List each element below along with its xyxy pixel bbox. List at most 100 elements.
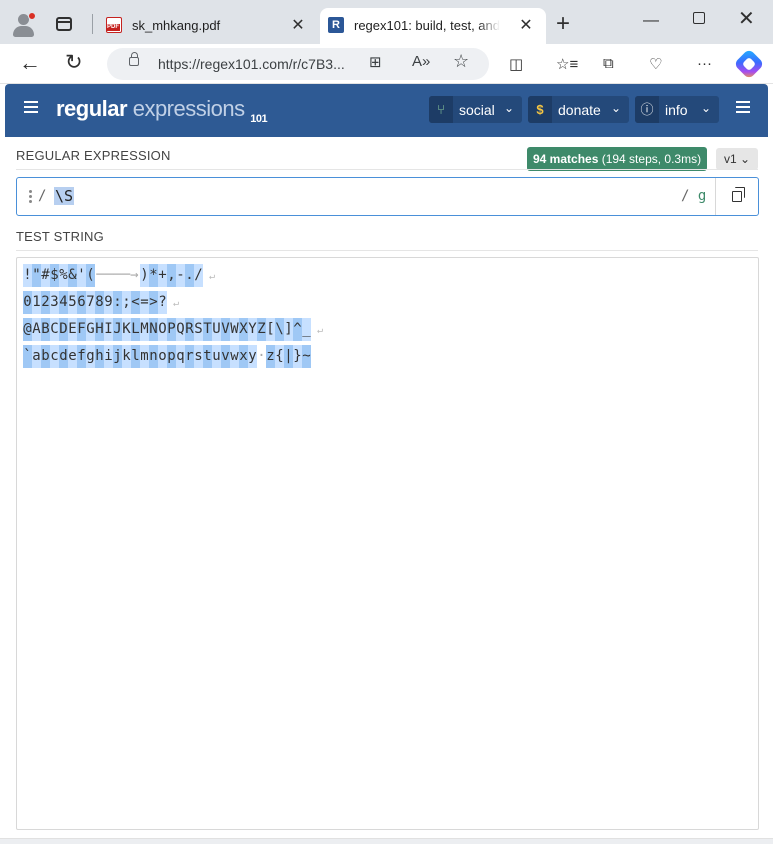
regex-section-label: REGULAR EXPRESSION (16, 148, 171, 163)
favorites-icon[interactable]: ☆≡ (556, 55, 578, 73)
match-highlight: S (194, 318, 203, 341)
match-count-badge[interactable]: 94 matches (194 steps, 0.3ms) (527, 147, 708, 171)
match-highlight: = (140, 291, 149, 314)
donate-label: donate (558, 102, 601, 118)
match-highlight: m (140, 345, 149, 368)
match-highlight: [ (266, 318, 275, 341)
test-string-lines[interactable]: !"#$%&'(────→)*+,-./ ↵ 0123456789:;<=>? ↵… (23, 264, 323, 372)
donate-button[interactable]: $ donate ⌄ (528, 96, 629, 123)
info-icon: ⓘ (635, 96, 659, 123)
match-highlight: @ (23, 318, 32, 341)
regex-pattern[interactable]: \S (54, 187, 75, 205)
match-highlight: P (167, 318, 176, 341)
match-highlight: L (131, 318, 140, 341)
maximize-icon[interactable] (693, 12, 705, 24)
test-string-line[interactable]: @ABCDEFGHIJKLMNOPQRSTUVWXYZ[\]^_ ↵ (23, 318, 323, 345)
tab-separator (92, 14, 93, 34)
match-highlight: K (122, 318, 131, 341)
right-menu-icon[interactable] (736, 101, 750, 113)
browser-essentials-icon[interactable]: ♡ (649, 55, 662, 73)
tab-actions-icon[interactable] (56, 17, 72, 31)
collections-icon[interactable]: ⧉ (603, 55, 614, 72)
lock-icon[interactable] (129, 52, 139, 66)
match-highlight: 5 (68, 291, 77, 314)
close-window-icon[interactable]: ✕ (738, 6, 755, 31)
match-highlight: h (95, 345, 104, 368)
social-button[interactable]: ⑂ social ⌄ (429, 96, 522, 123)
match-highlight: I (104, 318, 113, 341)
match-highlight: _ (302, 318, 311, 341)
match-highlight: C (50, 318, 59, 341)
test-string-editor[interactable]: !"#$%&'(────→)*+,-./ ↵ 0123456789:;<=>? ↵… (16, 257, 759, 830)
info-label: info (665, 102, 688, 118)
test-string-line[interactable]: 0123456789:;<=>? ↵ (23, 291, 323, 318)
regex101-icon: R (328, 17, 344, 33)
tab-pdf[interactable]: PDF sk_mhkang.pdf ✕ (98, 8, 318, 44)
app-available-icon[interactable]: ⊞ (369, 53, 382, 71)
split-screen-icon[interactable]: ◫ (509, 55, 523, 73)
favorite-star-icon[interactable]: ☆ (453, 51, 469, 72)
left-menu-icon[interactable] (24, 101, 38, 113)
match-highlight: ` (23, 345, 32, 368)
match-highlight: w (230, 345, 239, 368)
more-menu-icon[interactable]: ··· (697, 55, 712, 72)
app-header: regular expressions 101 ⑂ social ⌄ $ don… (5, 84, 768, 137)
copy-icon (732, 187, 745, 202)
match-highlight: q (176, 345, 185, 368)
version-select[interactable]: v1 ⌄ (716, 148, 758, 170)
minimize-icon[interactable]: — (643, 12, 659, 30)
match-highlight: ) (140, 264, 149, 287)
match-highlight: x (239, 345, 248, 368)
close-tab-icon[interactable]: ✕ (288, 15, 308, 35)
new-tab-icon[interactable]: + (556, 12, 570, 36)
back-arrow-icon[interactable]: ← (19, 50, 41, 76)
copilot-icon[interactable] (733, 48, 765, 80)
copy-regex-button[interactable] (715, 178, 759, 215)
test-string-line[interactable]: !"#$%&'(────→)*+,-./ ↵ (23, 264, 323, 291)
info-button[interactable]: ⓘ info ⌄ (635, 96, 719, 123)
match-highlight: 4 (59, 291, 68, 314)
match-highlight: " (32, 264, 41, 287)
close-tab-icon[interactable]: ✕ (516, 15, 536, 35)
match-highlight: a (32, 345, 41, 368)
test-string-line[interactable]: `abcdefghijklmnopqrstuvwxy·z{|}~ (23, 345, 323, 372)
match-highlight: 6 (77, 291, 86, 314)
match-highlight: ; (122, 291, 131, 314)
match-highlight: G (86, 318, 95, 341)
match-highlight: 9 (104, 291, 113, 314)
match-highlight: 7 (86, 291, 95, 314)
match-highlight: % (59, 264, 68, 287)
match-highlight: 3 (50, 291, 59, 314)
divider (16, 250, 758, 251)
tab-title: regex101: build, test, and debug regex (354, 18, 500, 33)
match-highlight: F (77, 318, 86, 341)
address-bar[interactable]: https://regex101.com/r/c7B3... ⊞ A» ☆ (107, 48, 489, 80)
browser-tab-bar: PDF sk_mhkang.pdf ✕ R regex101: build, t… (0, 0, 773, 44)
match-highlight: M (140, 318, 149, 341)
reload-icon[interactable]: ↻ (65, 50, 83, 76)
match-highlight: 2 (41, 291, 50, 314)
match-highlight: e (68, 345, 77, 368)
match-highlight: - (176, 264, 185, 287)
match-highlight: , (167, 264, 176, 287)
share-icon: ⑂ (429, 96, 453, 123)
match-highlight: r (185, 345, 194, 368)
match-highlight: ! (23, 264, 32, 287)
profile-avatar-icon[interactable] (12, 12, 36, 38)
regex-input[interactable]: / \S / g (16, 177, 759, 216)
match-highlight: T (203, 318, 212, 341)
match-highlight: v (221, 345, 230, 368)
match-highlight: | (284, 345, 293, 368)
app-logo[interactable]: regular expressions 101 (56, 96, 268, 125)
match-highlight: & (68, 264, 77, 287)
dollar-icon: $ (528, 96, 552, 123)
read-aloud-icon[interactable]: A» (412, 53, 430, 70)
match-highlight: k (122, 345, 131, 368)
tab-regex101[interactable]: R regex101: build, test, and debug regex… (320, 8, 546, 44)
match-highlight: \ (275, 318, 284, 341)
match-highlight: V (221, 318, 230, 341)
url-text[interactable]: https://regex101.com/r/c7B3... (158, 56, 345, 72)
test-string-section-label: TEST STRING (16, 229, 104, 244)
drag-handle-icon[interactable] (29, 190, 32, 204)
regex-flags[interactable]: / g (681, 188, 706, 204)
